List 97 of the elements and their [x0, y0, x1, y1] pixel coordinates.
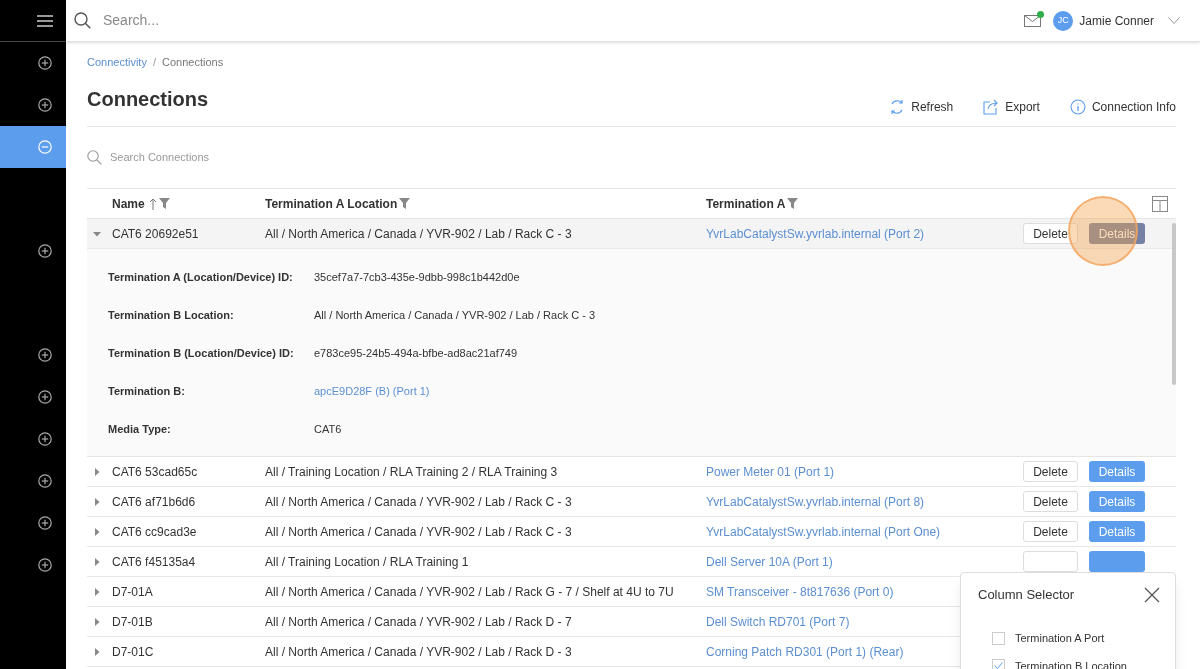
search-field[interactable]: Search Connections [110, 149, 410, 166]
table-cell-text: All / North America / Canada / YVR-902 / Lab / Rack C - 3 [265, 493, 573, 511]
column-header[interactable]: Termination A [706, 194, 799, 213]
caret-right-icon[interactable] [93, 527, 101, 536]
table-cell-text: All / North America / Canada / YVR-902 / Lab / Rack C - 3 [265, 225, 573, 243]
plus-circle-icon [38, 558, 52, 572]
breadcrumb-separator: / [152, 55, 156, 71]
info-icon [1069, 99, 1086, 115]
refresh-icon [889, 99, 906, 115]
plus-circle-icon [38, 474, 52, 488]
table-cell-text: CAT6 53cad65c [112, 463, 199, 481]
sort-up-icon[interactable] [148, 197, 157, 210]
plus-circle-icon [38, 98, 52, 112]
search-icon [74, 12, 91, 29]
table-cell-text: D7-01B [112, 613, 154, 631]
caret-right-icon[interactable] [93, 497, 101, 506]
table-cell-text: All / North America / Canada / YVR-902 / Lab / Rack C - 3 [265, 523, 573, 541]
table-cell-text: All / Training Location / RLA Training 1 [265, 553, 470, 571]
table-cell-text: D7-01A [112, 583, 154, 601]
device-link[interactable]: YvrLabCatalystSw.yvrlab.internal (Port One) [706, 522, 941, 541]
column-header[interactable]: Name [112, 194, 170, 213]
device-link[interactable]: SM Transceiver - 8t817636 (Port 0) [706, 582, 894, 601]
table-cell-text: CAT6 f45135a4 [112, 553, 197, 571]
close-icon[interactable] [1144, 587, 1160, 603]
delete-button[interactable]: Delete [1023, 223, 1078, 244]
plus-circle-icon [38, 516, 52, 530]
caret-down-icon[interactable] [93, 229, 101, 238]
table-cell-text: All / North America / Canada / YVR-902 / Lab / Rack D - 3 [265, 643, 573, 661]
table-cell-text: All / Training Location / RLA Training 2 / RLA Training 3 [265, 463, 559, 481]
export-button[interactable]: Export [983, 98, 1040, 116]
search-field[interactable]: Search... [103, 10, 403, 31]
details-button[interactable]: Details [1089, 491, 1145, 512]
device-link[interactable]: Dell Server 10A (Port 1) [706, 552, 833, 571]
detail-value: CAT6 [314, 421, 342, 437]
filter-icon[interactable] [158, 198, 170, 209]
page-title: Connections [87, 87, 210, 112]
table-cell-text: CAT6 af71b6d6 [112, 493, 197, 511]
delete-button[interactable]: Delete [1023, 461, 1078, 482]
device-link[interactable]: Power Meter 01 (Port 1) [706, 462, 835, 481]
detail-value: 35cef7a7-7cb3-435e-9dbb-998c1b442d0e [314, 269, 520, 285]
device-link[interactable]: YvrLabCatalystSw.yvrlab.internal (Port 8) [706, 492, 925, 511]
chevron-down-icon[interactable] [1168, 17, 1180, 24]
details-button[interactable]: Details [1089, 521, 1145, 542]
columns-icon[interactable] [1152, 195, 1168, 212]
column-header[interactable]: Termination A Location [265, 194, 411, 213]
option-label[interactable]: Termination B Location [1015, 657, 1127, 669]
filter-icon[interactable] [399, 198, 411, 209]
search-icon [87, 150, 102, 165]
table-cell-text: All / North America / Canada / YVR-902 / Lab / Rack G - 7 / Shelf at 4U to 7U [265, 583, 675, 601]
check-icon [994, 662, 1003, 669]
checkbox[interactable] [992, 659, 1005, 669]
detail-label: Media Type: [107, 421, 172, 437]
caret-right-icon[interactable] [93, 587, 101, 596]
details-button[interactable]: Details [1089, 461, 1145, 482]
detail-value: e783ce95-24b5-494a-bfbe-ad8ac21af749 [314, 345, 518, 361]
device-link[interactable]: Dell Switch RD701 (Port 7) [706, 612, 850, 631]
caret-right-icon[interactable] [93, 617, 101, 626]
checkbox[interactable] [992, 631, 1005, 645]
device-link[interactable]: apcE9D28F (B) (Port 1) [314, 382, 430, 400]
device-link[interactable]: Corning Patch RD301 (Port 1) (Rear) [706, 642, 904, 661]
plus-circle-icon [38, 244, 52, 258]
envelope-icon [1024, 14, 1042, 27]
caret-right-icon[interactable] [93, 647, 101, 656]
panel-title: Column Selector [978, 586, 1075, 605]
breadcrumb-current: Connections [162, 55, 224, 71]
plus-circle-icon [38, 56, 52, 70]
caret-right-icon[interactable] [93, 467, 101, 476]
user-avatar: JC [1053, 10, 1074, 31]
delete-button[interactable]: Delete [1023, 491, 1078, 512]
detail-label: Termination B: [107, 383, 186, 399]
detail-label: Termination B (Location/Device) ID: [107, 345, 295, 361]
plus-circle-icon [38, 348, 52, 362]
scrollbar-thumb[interactable] [1172, 223, 1176, 385]
detail-label: Termination B Location: [107, 307, 235, 323]
table-cell-text: All / North America / Canada / YVR-902 / Lab / Rack D - 7 [265, 613, 573, 631]
option-label[interactable]: Termination A Port [1015, 630, 1105, 647]
table-cell-text: CAT6 cc9cad3e [112, 523, 198, 541]
delete-button[interactable]: Delete [1023, 521, 1078, 542]
plus-circle-icon [38, 432, 52, 446]
menu-icon[interactable] [37, 14, 53, 27]
mail-icon[interactable] [1024, 14, 1042, 27]
plus-circle-icon [38, 390, 52, 404]
table-cell-text: CAT6 20692e51 [112, 225, 200, 243]
sidebar-item[interactable] [0, 126, 66, 168]
table-cell-text: D7-01C [112, 643, 155, 661]
user-name[interactable]: Jamie Conner [1079, 11, 1154, 30]
refresh-button[interactable]: Refresh [889, 98, 954, 116]
details-button[interactable]: Details [1089, 223, 1145, 244]
device-link[interactable]: YvrLabCatalystSw.yvrlab.internal (Port 2) [706, 224, 925, 243]
detail-label: Termination A (Location/Device) ID: [107, 269, 294, 285]
minus-circle-icon [38, 140, 52, 154]
detail-value: All / North America / Canada / YVR-902 / Lab / Rack C - 3 [314, 307, 596, 323]
info-button[interactable]: Connection Info [1069, 98, 1176, 116]
breadcrumb-link[interactable]: Connectivity [87, 54, 147, 71]
filter-icon[interactable] [787, 198, 799, 209]
caret-right-icon[interactable] [93, 557, 101, 566]
export-icon [983, 99, 1000, 115]
